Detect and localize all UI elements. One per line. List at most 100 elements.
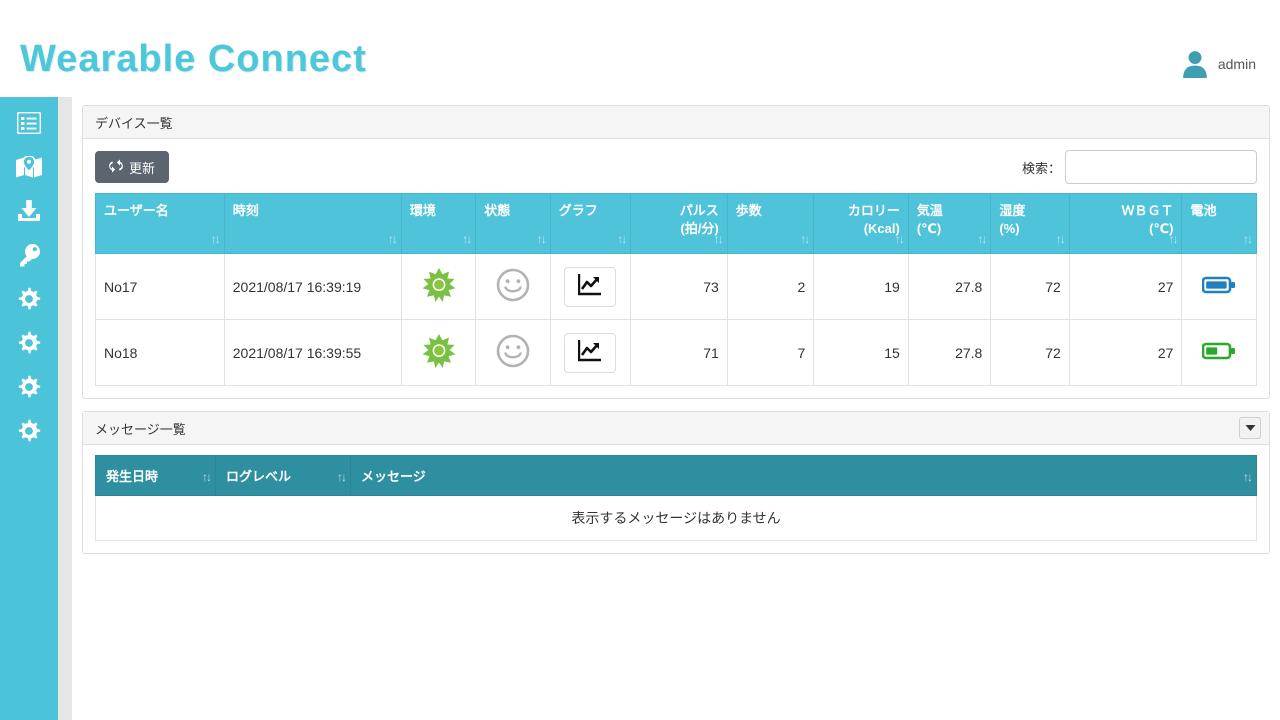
cell-pulse: 73 <box>630 253 728 320</box>
cell-battery <box>1181 319 1257 386</box>
cell-calories: 15 <box>813 319 909 386</box>
sidebar-nav <box>0 97 58 720</box>
cell-battery <box>1181 253 1257 320</box>
column-header-username[interactable]: ユーザー名 ↑↓ <box>95 193 225 254</box>
refresh-icon <box>109 158 123 176</box>
device-table: ユーザー名 ↑↓ 時刻 ↑↓ 環境 ↑↓ 状態 ↑↓ グラフ ↑↓ パルス (拍… <box>95 193 1257 386</box>
sort-arrows-icon: ↑↓ <box>977 231 987 246</box>
search-input[interactable] <box>1065 150 1257 184</box>
sort-arrows-icon: ↑↓ <box>1055 231 1066 246</box>
column-header-pulse[interactable]: パルス (拍/分) ↑↓ <box>630 193 728 254</box>
top-header: Wearable Connect admin <box>0 0 1280 97</box>
graph-button[interactable] <box>564 266 617 307</box>
cell-graph <box>549 319 632 386</box>
cell-time: 2021/08/17 16:39:19 <box>223 253 402 320</box>
cell-environment <box>400 253 477 320</box>
column-sublabel: (拍/分) <box>680 220 719 236</box>
line-chart-icon <box>578 340 602 365</box>
table-row[interactable]: No17 2021/08/17 16:39:19 73 2 19 27.8 72… <box>95 253 1257 320</box>
message-table-header-row: 発生日時 ↑↓ ログレベル ↑↓ メッセージ ↑↓ <box>95 455 1257 496</box>
column-header-occurred-at[interactable]: 発生日時 ↑↓ <box>95 455 216 496</box>
message-empty-row: 表示するメッセージはありません <box>95 495 1257 541</box>
download-icon <box>17 200 41 222</box>
column-label: 環境 <box>409 203 436 218</box>
sidebar-item-download[interactable] <box>0 193 58 229</box>
cell-time: 2021/08/17 16:39:55 <box>223 319 402 386</box>
sidebar-item-device-list[interactable] <box>0 105 58 141</box>
app-root: Wearable Connect admin デバイス一覧 更新 検索： ユーザ… <box>0 0 1280 720</box>
sun-icon <box>422 268 456 305</box>
device-list-panel: デバイス一覧 更新 検索： ユーザー名 ↑↓ 時刻 ↑↓ 環境 ↑↓ 状態 ↑↓… <box>82 105 1270 399</box>
message-list-panel: メッセージ一覧 発生日時 ↑↓ ログレベル ↑↓ メッセージ ↑↓ 表示するメッ… <box>82 411 1270 554</box>
list-icon <box>17 112 41 134</box>
sort-arrows-icon: ↑↓ <box>202 470 212 484</box>
sort-arrows-icon: ↑↓ <box>894 231 905 246</box>
main-content: デバイス一覧 更新 検索： ユーザー名 ↑↓ 時刻 ↑↓ 環境 ↑↓ 状態 ↑↓… <box>72 97 1280 720</box>
column-header-environment[interactable]: 環境 ↑↓ <box>400 193 477 254</box>
sidebar-item-settings-3[interactable] <box>0 369 58 405</box>
column-label: グラフ <box>558 203 598 218</box>
column-label: メッセージ <box>361 469 426 484</box>
device-panel-title: デバイス一覧 <box>95 115 173 131</box>
gear-icon <box>17 375 41 399</box>
battery-full-icon <box>1201 276 1236 297</box>
refresh-button[interactable]: 更新 <box>95 151 170 183</box>
sidebar-item-map[interactable] <box>0 149 58 185</box>
column-sublabel: (Kcal) <box>863 220 900 236</box>
column-header-graph[interactable]: グラフ ↑↓ <box>549 193 632 254</box>
column-header-log-level[interactable]: ログレベル ↑↓ <box>215 455 351 496</box>
device-table-header-row: ユーザー名 ↑↓ 時刻 ↑↓ 環境 ↑↓ 状態 ↑↓ グラフ ↑↓ パルス (拍… <box>95 193 1257 254</box>
search-label: 検索： <box>1021 160 1061 176</box>
cell-environment <box>400 319 477 386</box>
column-header-humidity[interactable]: 湿度 (%) ↑↓ <box>990 193 1070 254</box>
sort-arrows-icon: ↑↓ <box>1168 231 1178 246</box>
user-menu[interactable]: admin <box>1182 50 1256 78</box>
table-row[interactable]: No18 2021/08/17 16:39:55 71 7 15 27.8 72… <box>95 319 1257 386</box>
column-header-wbgt[interactable]: ＷＢＧＴ (℃) ↑↓ <box>1068 193 1183 254</box>
column-header-calories[interactable]: カロリー (Kcal) ↑↓ <box>813 193 909 254</box>
sidebar-item-key[interactable] <box>0 237 58 273</box>
column-label: ログレベル <box>226 469 292 484</box>
key-icon <box>17 243 41 267</box>
app-brand-title: Wearable Connect <box>20 38 367 80</box>
cell-status <box>475 319 551 386</box>
device-panel-header: デバイス一覧 <box>83 106 1269 139</box>
column-label: 歩数 <box>735 203 762 218</box>
column-header-message[interactable]: メッセージ ↑↓ <box>350 455 1257 496</box>
column-sublabel: (℃) <box>916 220 942 236</box>
column-label: 時刻 <box>232 203 259 218</box>
column-header-status[interactable]: 状態 ↑↓ <box>475 193 551 254</box>
message-table: 発生日時 ↑↓ ログレベル ↑↓ メッセージ ↑↓ 表示するメッセージはありませ… <box>95 455 1257 541</box>
sidebar-item-settings-4[interactable] <box>0 413 58 449</box>
column-header-temperature[interactable]: 気温 (℃) ↑↓ <box>907 193 992 254</box>
smiley-icon <box>496 334 530 371</box>
graph-button[interactable] <box>564 332 617 373</box>
sidebar-item-settings-1[interactable] <box>0 281 58 317</box>
cell-humidity: 72 <box>990 319 1070 386</box>
sidebar-gutter <box>58 97 72 720</box>
sidebar-item-settings-2[interactable] <box>0 325 58 361</box>
sun-icon <box>422 334 456 371</box>
battery-half-icon <box>1201 342 1236 363</box>
message-panel-title: メッセージ一覧 <box>95 421 186 437</box>
column-label: ユーザー名 <box>104 203 169 218</box>
column-header-time[interactable]: 時刻 ↑↓ <box>223 193 402 254</box>
sort-arrows-icon: ↑↓ <box>713 231 724 246</box>
collapse-toggle-button[interactable] <box>1239 417 1261 439</box>
map-marker-icon <box>16 156 42 178</box>
device-toolbar: 更新 検索： <box>95 149 1257 185</box>
sort-arrows-icon: ↑↓ <box>387 231 398 246</box>
smiley-icon <box>496 268 530 305</box>
cell-username: No18 <box>95 319 225 386</box>
column-header-steps[interactable]: 歩数 ↑↓ <box>726 193 815 254</box>
sort-arrows-icon: ↑↓ <box>1243 231 1253 246</box>
line-chart-icon <box>578 274 602 299</box>
chevron-down-icon <box>1245 419 1256 437</box>
gear-icon <box>17 419 41 443</box>
sort-arrows-icon: ↑↓ <box>337 470 347 484</box>
column-label: 発生日時 <box>106 469 159 484</box>
sort-arrows-icon: ↑↓ <box>462 231 472 246</box>
user-name-label: admin <box>1217 56 1256 72</box>
column-header-battery[interactable]: 電池 ↑↓ <box>1181 193 1257 254</box>
cell-steps: 2 <box>726 253 815 320</box>
